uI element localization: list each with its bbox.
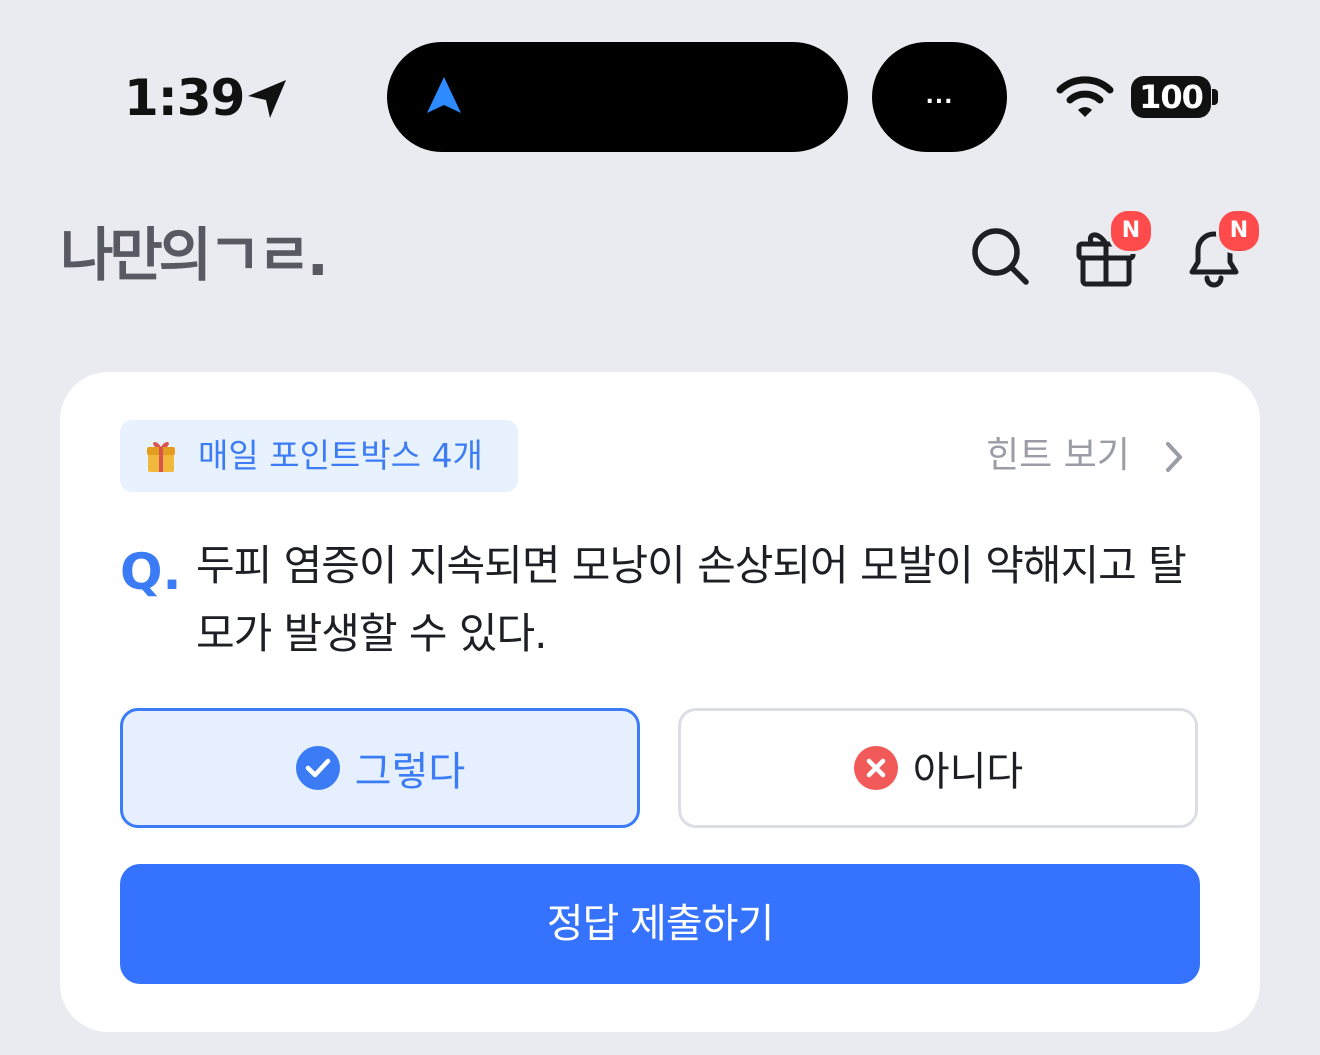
option-yes-button[interactable]: 그렇다 [120, 708, 640, 828]
daily-point-label: 매일 포인트박스 4개 [198, 436, 483, 475]
search-icon[interactable] [966, 222, 1034, 290]
chevron-right-icon[interactable] [1162, 440, 1186, 474]
wifi-icon [1056, 76, 1114, 117]
battery-indicator: 100 [1131, 76, 1211, 118]
option-yes-label: 그렇다 [354, 749, 466, 795]
status-time: 1:39 [124, 69, 245, 127]
app-screen: 1:39 ... 100 나만의ㄱㄹ. N N 매일 포인트박스 4개 힌트 보… [0, 0, 1320, 1055]
option-no-label: 아니다 [912, 749, 1024, 795]
hint-link[interactable]: 힌트 보기 [986, 432, 1130, 480]
battery-tip [1212, 89, 1218, 105]
submit-answer-button[interactable]: 정답 제출하기 [120, 864, 1200, 984]
location-arrow-icon [248, 80, 286, 118]
navigation-icon [427, 77, 461, 113]
question-mark-label: Q. [120, 543, 182, 601]
option-no-button[interactable]: 아니다 [678, 708, 1198, 828]
close-circle-icon [853, 746, 898, 790]
gift-box-icon [147, 442, 175, 472]
island-more[interactable]: ... [872, 42, 1007, 152]
check-circle-icon [295, 746, 340, 790]
question-text: 두피 염증이 지속되면 모낭이 손상되어 모발이 약해지고 탈모가 발생할 수 … [196, 541, 1187, 658]
gift-new-badge: N [1108, 208, 1154, 254]
app-logo[interactable]: 나만의ㄱㄹ. [60, 222, 329, 288]
notification-new-badge: N [1216, 208, 1262, 254]
